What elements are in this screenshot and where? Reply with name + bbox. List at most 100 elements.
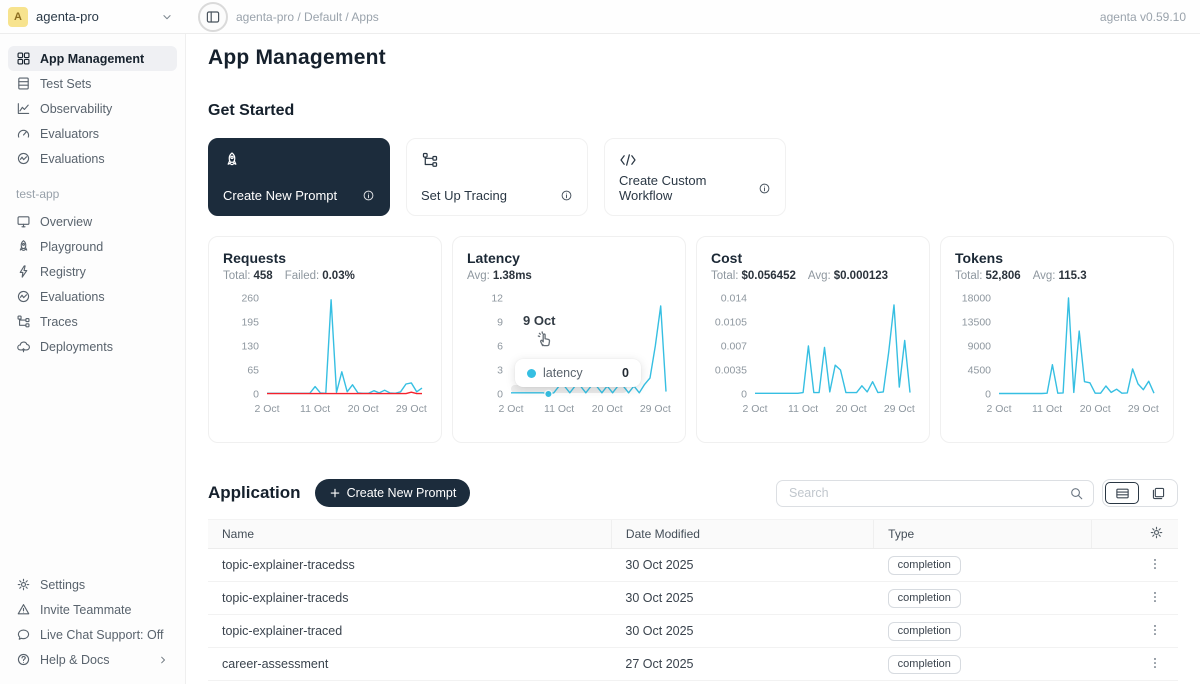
date-modified-cell: 27 Oct 2025 bbox=[611, 648, 873, 681]
sidebar-item-evaluations[interactable]: Evaluations bbox=[8, 146, 177, 171]
sidebar-item-deployments[interactable]: Deployments bbox=[8, 334, 177, 359]
svg-text:0.007: 0.007 bbox=[721, 341, 747, 353]
info-icon[interactable] bbox=[362, 189, 375, 202]
sidebar-item-help-docs[interactable]: Help & Docs bbox=[8, 647, 177, 672]
svg-text:0: 0 bbox=[741, 389, 747, 401]
gear-icon bbox=[1149, 525, 1164, 540]
search-icon[interactable] bbox=[1069, 486, 1084, 501]
plus-icon bbox=[329, 487, 341, 499]
eval-pulse-icon bbox=[16, 289, 31, 304]
tokens-chart-card: TokensTotal:52,806Avg:115.30450090001350… bbox=[940, 236, 1174, 443]
sidebar-item-evaluations[interactable]: Evaluations bbox=[8, 284, 177, 309]
svg-text:3: 3 bbox=[497, 365, 503, 377]
get-started-card-create-custom-workflow[interactable]: Create Custom Workflow bbox=[604, 138, 786, 216]
gear-icon bbox=[16, 577, 31, 592]
workspace-switcher[interactable]: A agenta-pro bbox=[8, 7, 99, 27]
table-row-topic-explainer-traced[interactable]: topic-explainer-traced30 Oct 2025complet… bbox=[208, 615, 1178, 648]
svg-text:18000: 18000 bbox=[962, 293, 991, 305]
info-icon[interactable] bbox=[758, 182, 771, 195]
sidebar-item-test-sets[interactable]: Test Sets bbox=[8, 71, 177, 96]
lightning-icon bbox=[16, 264, 31, 279]
svg-text:0: 0 bbox=[253, 389, 259, 401]
get-started-card-create-new-prompt[interactable]: Create New Prompt bbox=[208, 138, 390, 216]
sidebar-item-evaluators[interactable]: Evaluators bbox=[8, 121, 177, 146]
stat-value: 115.3 bbox=[1059, 270, 1087, 282]
topbar: A agenta-pro agenta-pro / Default / Apps… bbox=[0, 0, 1200, 34]
column-header-date-modified[interactable]: Date Modified bbox=[611, 520, 873, 549]
sidebar-item-observability[interactable]: Observability bbox=[8, 96, 177, 121]
sidebar-collapse-highlight bbox=[198, 2, 228, 32]
sidebar: App ManagementTest SetsObservabilityEval… bbox=[0, 34, 186, 684]
cost-chart-card: CostTotal:$0.056452Avg:$0.00012300.00350… bbox=[696, 236, 930, 443]
date-modified-cell: 30 Oct 2025 bbox=[611, 582, 873, 615]
sidebar-item-label: Registry bbox=[40, 265, 86, 279]
rocket-icon bbox=[16, 239, 31, 254]
layout: App ManagementTest SetsObservabilityEval… bbox=[0, 34, 1200, 684]
legend-dot bbox=[527, 369, 536, 378]
sidebar-app-nav: OverviewPlayground Registry EvaluationsTra… bbox=[8, 209, 177, 359]
svg-text:65: 65 bbox=[247, 365, 259, 377]
workspace-avatar: A bbox=[8, 7, 28, 27]
eval-pulse-icon bbox=[16, 151, 31, 166]
sidebar-item-invite-teammate[interactable]: Invite Teammate bbox=[8, 597, 177, 622]
grid-icon bbox=[16, 51, 31, 66]
table-row-topic-explainer-traceds[interactable]: topic-explainer-traceds30 Oct 2025comple… bbox=[208, 582, 1178, 615]
invite-icon bbox=[16, 602, 31, 617]
latency-chart: 0369122 Oct11 Oct20 Oct29 Oct bbox=[467, 290, 671, 422]
chart-stats: Total:$0.056452Avg:$0.000123 bbox=[711, 270, 915, 282]
stat-failed: Failed:0.03% bbox=[285, 270, 355, 282]
svg-text:20 Oct: 20 Oct bbox=[836, 403, 867, 415]
svg-text:20 Oct: 20 Oct bbox=[348, 403, 379, 415]
info-icon[interactable] bbox=[560, 189, 573, 202]
chart-tooltip: latency0 bbox=[515, 359, 641, 387]
page-title: App Management bbox=[208, 46, 1178, 70]
table-controls bbox=[776, 479, 1178, 507]
table-view-button[interactable] bbox=[1105, 482, 1139, 504]
sidebar-item-overview[interactable]: Overview bbox=[8, 209, 177, 234]
row-menu-kebab-icon[interactable] bbox=[1146, 555, 1164, 576]
svg-text:29 Oct: 29 Oct bbox=[396, 403, 427, 415]
table-settings-gear-icon[interactable] bbox=[1149, 525, 1164, 543]
sidebar-item-app-management[interactable]: App Management bbox=[8, 46, 177, 71]
stat-total: Total:$0.056452 bbox=[711, 270, 796, 282]
version-label: agenta v0.59.10 bbox=[1100, 10, 1186, 24]
stat-total: Total:458 bbox=[223, 270, 273, 282]
column-header-type[interactable]: Type bbox=[874, 520, 1092, 549]
sidebar-item-traces[interactable]: Traces bbox=[8, 309, 177, 334]
get-started-card-set-up-tracing[interactable]: Set Up Tracing bbox=[406, 138, 588, 216]
search-input[interactable] bbox=[789, 486, 1069, 500]
svg-text:2 Oct: 2 Oct bbox=[742, 403, 767, 415]
sidebar-collapse-button[interactable] bbox=[205, 9, 221, 25]
sidebar-item-registry[interactable]: Registry bbox=[8, 259, 177, 284]
svg-text:130: 130 bbox=[241, 341, 259, 353]
create-new-prompt-button[interactable]: Create New Prompt bbox=[315, 479, 471, 507]
chart-stats: Total:458 Failed:0.03% bbox=[223, 270, 427, 282]
cloud-icon bbox=[16, 339, 31, 354]
svg-text:11 Oct: 11 Oct bbox=[544, 403, 574, 415]
sidebar-item-settings[interactable]: Settings bbox=[8, 572, 177, 597]
sidebar-main-nav: App ManagementTest SetsObservabilityEval… bbox=[8, 46, 177, 171]
sidebar-item-label: Test Sets bbox=[40, 77, 91, 91]
type-cell: completion bbox=[874, 582, 1092, 615]
requests-chart-card: RequestsTotal:458Failed:0.03%06513019526… bbox=[208, 236, 442, 443]
chevron-down-icon[interactable] bbox=[160, 10, 174, 24]
row-menu-kebab-icon[interactable] bbox=[1146, 621, 1164, 642]
sidebar-item-playground[interactable]: Playground bbox=[8, 234, 177, 259]
table-row-topic-explainer-tracedss[interactable]: topic-explainer-tracedss30 Oct 2025compl… bbox=[208, 549, 1178, 582]
sidebar-item-live-chat-support-off[interactable]: Live Chat Support: Off bbox=[8, 622, 177, 647]
card-view-button[interactable] bbox=[1141, 482, 1175, 504]
code-icon bbox=[619, 151, 637, 169]
row-menu-kebab-icon[interactable] bbox=[1146, 654, 1164, 675]
kebab-icon bbox=[1148, 623, 1162, 637]
svg-text:29 Oct: 29 Oct bbox=[1128, 403, 1159, 415]
type-cell: completion bbox=[874, 549, 1092, 582]
date-modified-cell: 30 Oct 2025 bbox=[611, 549, 873, 582]
info-icon bbox=[362, 189, 375, 202]
column-header-name[interactable]: Name bbox=[208, 520, 611, 549]
svg-text:29 Oct: 29 Oct bbox=[884, 403, 915, 415]
table-row-career-assessment[interactable]: career-assessment27 Oct 2025completion bbox=[208, 648, 1178, 681]
table-header-row: Name Date Modified Type bbox=[208, 520, 1178, 549]
svg-text:11 Oct: 11 Oct bbox=[788, 403, 818, 415]
charts-row: RequestsTotal:458Failed:0.03%06513019526… bbox=[208, 236, 1178, 443]
row-menu-kebab-icon[interactable] bbox=[1146, 588, 1164, 609]
